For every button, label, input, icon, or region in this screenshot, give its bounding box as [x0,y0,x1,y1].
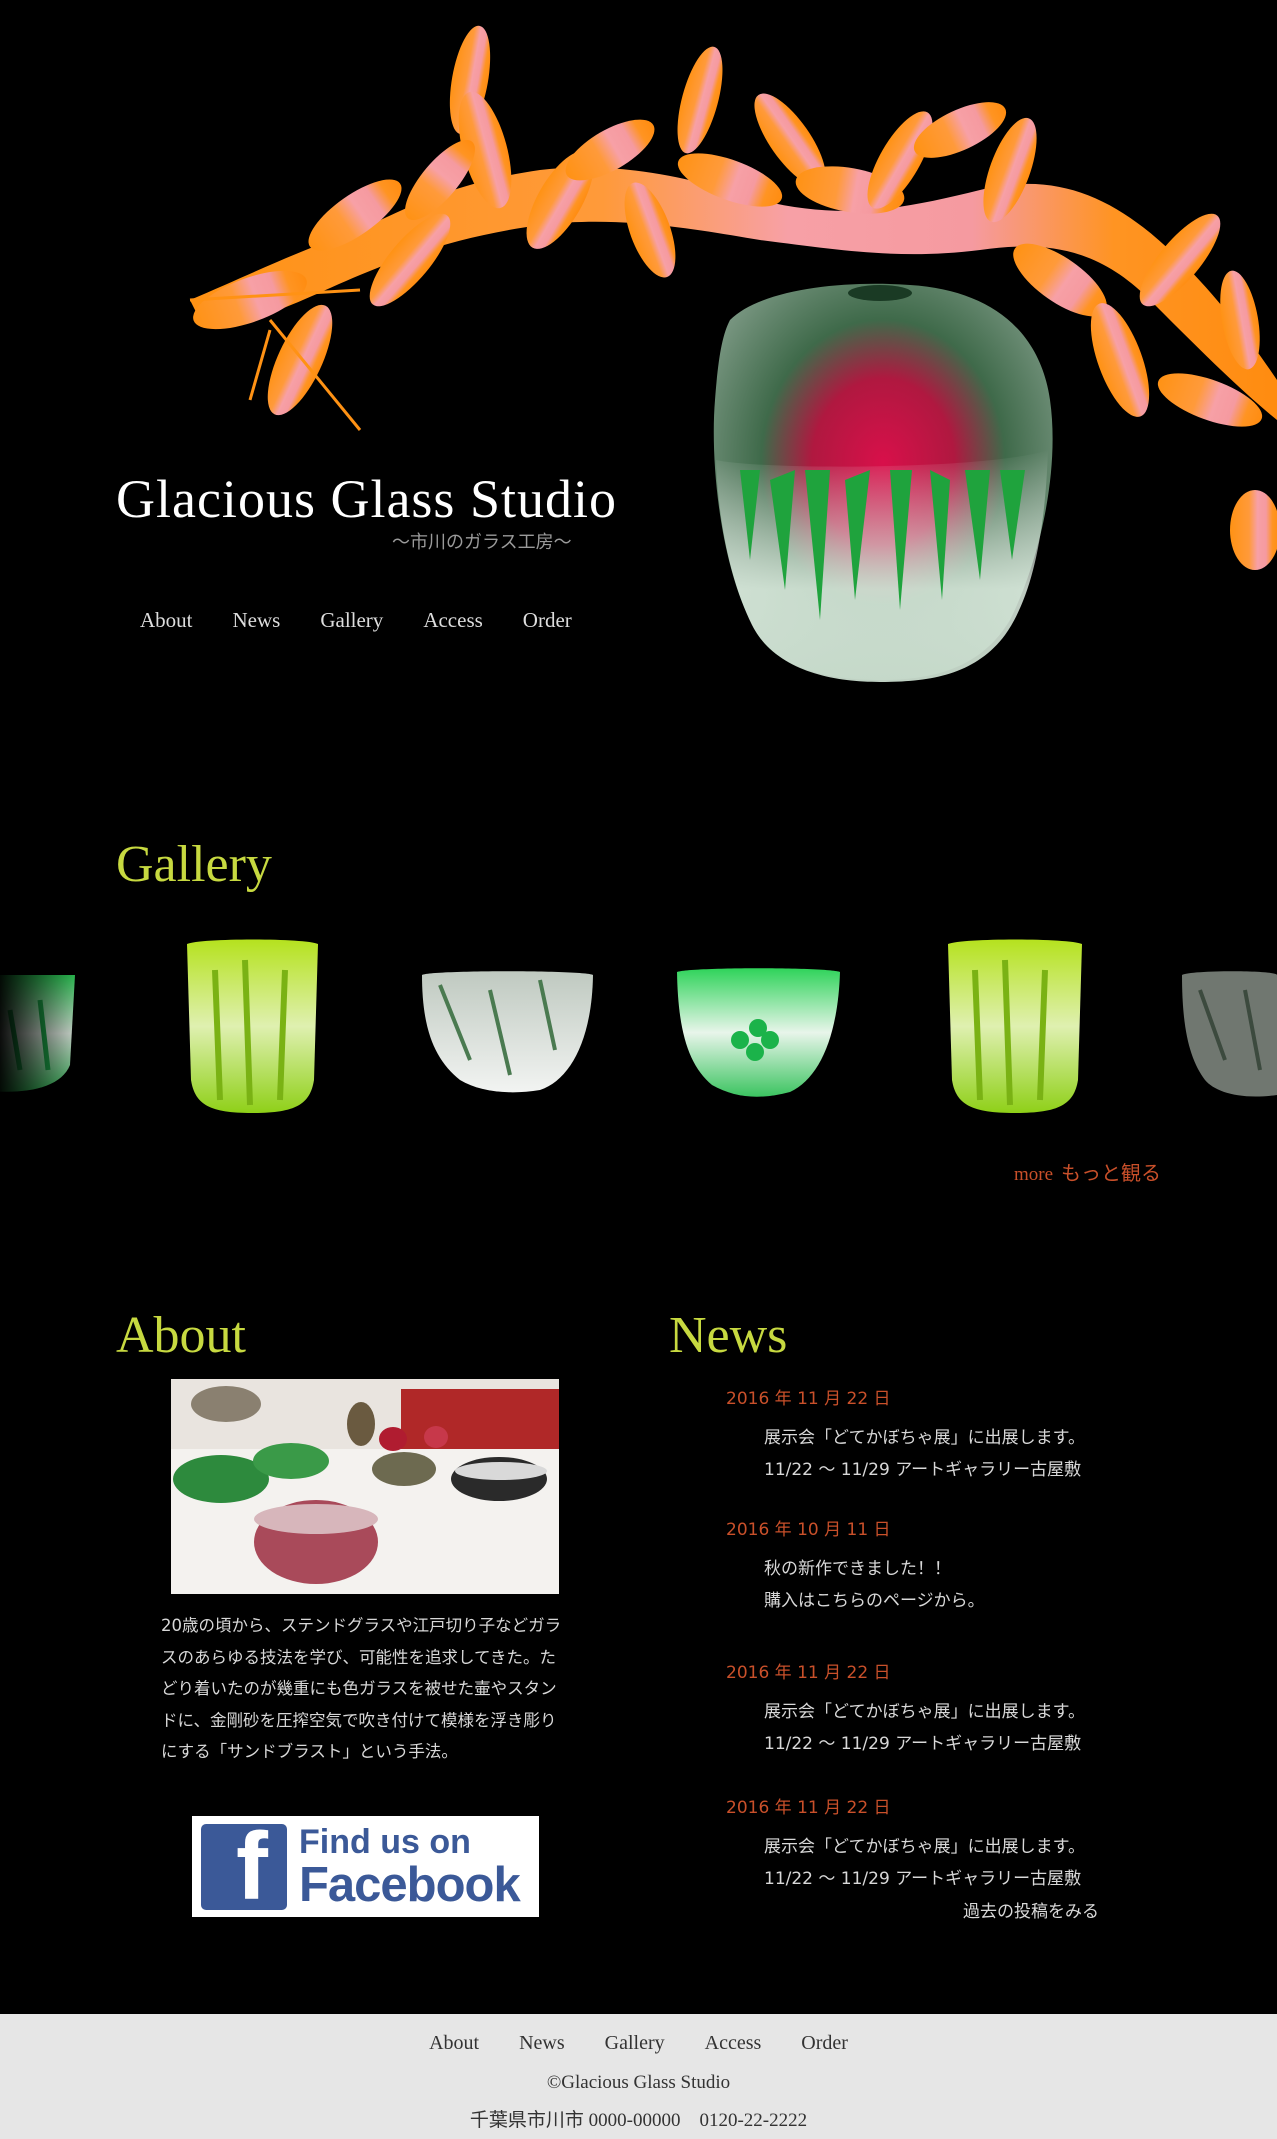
gallery-carousel[interactable] [0,930,1277,1130]
facebook-line2: Facebook [299,1857,521,1912]
nav-news[interactable]: News [233,608,281,633]
news-text: 展示会「どてかぼちゃ展」に出展します。 [764,1702,1085,1722]
footer-nav-order[interactable]: Order [801,2032,848,2055]
footer-nav-about[interactable]: About [429,2032,479,2055]
gallery-item-partial-left[interactable] [0,970,90,1100]
about-photo [171,1379,559,1594]
news-text: 11/22 〜 11/29 アートギャラリー古屋敷 [764,1868,1082,1889]
footer-nav-access[interactable]: Access [705,2032,762,2055]
news-item: 2016 年 11 月 22 日 展示会「どてかぼちゃ展」に出展します。 11/… [726,1384,1146,1486]
gallery-heading: Gallery [116,836,272,893]
site-subtitle: 〜市川のガラス工房〜 [392,532,572,553]
news-item: 2016 年 11 月 22 日 展示会「どてかぼちゃ展」に出展します。 11/… [726,1793,1146,1895]
more-link-en: more [1014,1164,1054,1185]
gallery-item-bamboo-cup-2[interactable] [948,939,1082,1114]
gallery-item-bamboo-cup[interactable] [187,939,318,1114]
news-item: 2016 年 10 月 11 日 秋の新作できました！！ 購入はこちらのページか… [726,1515,1146,1617]
footer-nav-gallery[interactable]: Gallery [605,2032,665,2055]
facebook-line1: Find us on [299,1822,471,1861]
nav-order[interactable]: Order [523,608,572,633]
past-posts-link[interactable]: 過去の投稿をみる [963,1897,1099,1922]
gallery-item-grape-bowl[interactable] [677,968,840,1097]
news-text: 11/22 〜 11/29 アートギャラリー古屋敷 [764,1733,1082,1754]
facebook-badge[interactable]: f Find us on Facebook [192,1816,539,1917]
news-text: 展示会「どてかぼちゃ展」に出展します。 [764,1428,1085,1448]
gallery-item-partial-right[interactable] [1182,971,1277,1097]
news-date: 2016 年 11 月 22 日 [726,1389,891,1409]
news-date: 2016 年 11 月 22 日 [726,1798,891,1818]
footer-nav: About News Gallery Access Order [0,2032,1277,2055]
facebook-icon: f [201,1818,287,1914]
about-heading: About [116,1307,246,1364]
contact-address: 千葉県市川市 0000-00000 0120-22-2222 [469,2110,808,2131]
news-date: 2016 年 10 月 11 日 [726,1520,891,1540]
news-text: 展示会「どてかぼちゃ展」に出展します。 [764,1837,1085,1857]
gallery-more-link[interactable]: more もっと観る [1014,1157,1161,1186]
footer: About News Gallery Access Order ©Glaciou… [0,2014,1277,2139]
news-text: 購入はこちらのページから。 [764,1590,985,1611]
site-title: Glacious Glass Studio [116,469,617,529]
gallery-item-white-bowl[interactable] [422,971,593,1093]
nav-gallery[interactable]: Gallery [320,608,383,633]
more-link-jp: もっと観る [1061,1161,1162,1185]
main-nav: About News Gallery Access Order [140,608,572,633]
about-description: 20歳の頃から、ステンドグラスや江戸切り子などガラスのあらゆる技法を学び、可能性… [161,1616,562,1761]
news-heading: News [669,1307,788,1364]
news-item: 2016 年 11 月 22 日 展示会「どてかぼちゃ展」に出展します。 11/… [726,1658,1146,1760]
nav-about[interactable]: About [140,608,193,633]
copyright: ©Glacious Glass Studio [546,2072,731,2093]
news-text: 秋の新作できました！！ [764,1559,951,1579]
news-text: 11/22 〜 11/29 アートギャラリー古屋敷 [764,1459,1082,1480]
news-date: 2016 年 11 月 22 日 [726,1663,891,1683]
nav-access[interactable]: Access [423,608,482,633]
footer-nav-news[interactable]: News [519,2032,565,2055]
